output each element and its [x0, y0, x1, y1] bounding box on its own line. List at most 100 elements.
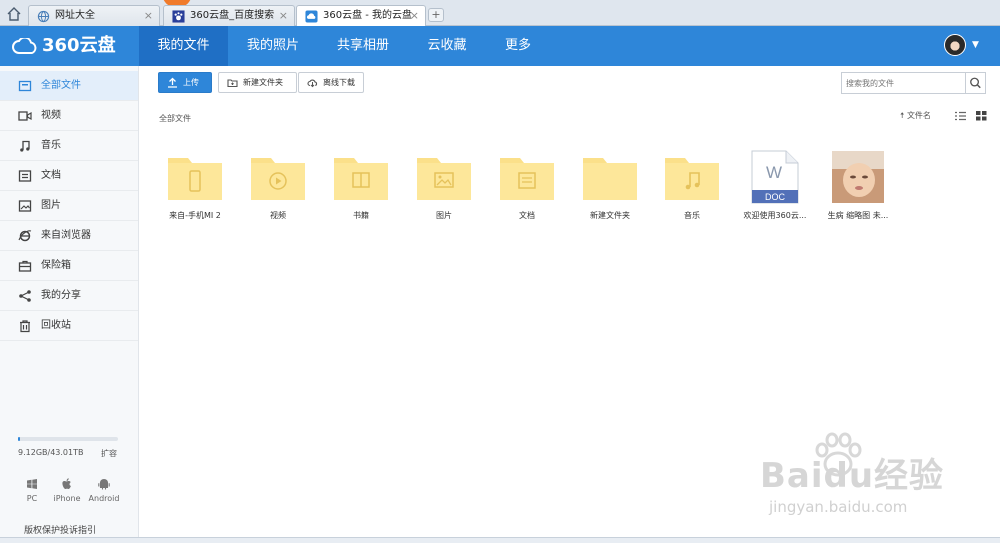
trash-icon — [20, 320, 30, 333]
app-header: 360云盘 我的文件 我的照片 共享相册 云收藏 更多 — [0, 26, 1000, 66]
sidebar-item-label: 回收站 — [41, 320, 71, 331]
file-item-folder[interactable]: 文档 — [487, 150, 567, 221]
file-name: 视频 — [270, 211, 286, 220]
sidebar-item-my-shares[interactable]: 我的分享 — [0, 281, 138, 311]
sidebar-item-documents[interactable]: 文档 — [0, 161, 138, 191]
platform-pc-link[interactable]: PC — [12, 478, 52, 503]
new-folder-icon — [227, 79, 238, 88]
close-icon[interactable]: × — [144, 6, 153, 26]
sidebar-item-safe-box[interactable]: 保险箱 — [0, 251, 138, 281]
file-name: 音乐 — [684, 211, 700, 220]
all-files-icon — [18, 80, 32, 92]
sidebar-item-label: 全部文件 — [41, 80, 81, 91]
app-logo[interactable]: 360云盘 — [12, 35, 116, 57]
platform-iphone-link[interactable]: iPhone — [47, 478, 87, 503]
file-item-folder[interactable]: 图片 — [404, 150, 484, 221]
file-item-folder[interactable]: 视频 — [238, 150, 318, 221]
file-item-folder[interactable]: 来自-手机MI 2 — [155, 150, 235, 221]
word-doc-icon: DOC W — [751, 150, 799, 204]
file-name: 书籍 — [353, 211, 369, 220]
ie-browser-icon — [18, 230, 32, 242]
sidebar: 全部文件 视频 音乐 文档 图片 来自浏览器 保险箱 我的分享 回收站 9.12… — [0, 66, 139, 543]
browser-tab-strip: 网址大全 × 360云盘_百度搜索 × 360云盘 - 我的云盘 × + — [0, 0, 1000, 27]
nav-my-photos[interactable]: 我的照片 — [232, 26, 314, 66]
avatar[interactable] — [944, 34, 966, 56]
browser-tab-360-cloud[interactable]: 360云盘 - 我的云盘 × — [296, 5, 426, 27]
file-item-folder[interactable]: 新建文件夹 — [570, 150, 650, 221]
file-item-folder[interactable]: 音乐 — [652, 150, 732, 221]
sort-by-name-button[interactable]: 🠅 文件名 — [900, 110, 931, 124]
tab-label: 网址大全 — [55, 10, 95, 21]
nav-more[interactable]: 更多 — [490, 26, 546, 66]
search-box — [841, 72, 986, 94]
expand-storage-link[interactable]: 扩容 — [101, 448, 117, 459]
image-icon — [18, 200, 32, 212]
photo-thumbnail — [832, 151, 884, 203]
sidebar-item-label: 视频 — [41, 110, 61, 121]
storage-quota-text: 9.12GB/43.01TB — [18, 448, 84, 457]
cloud-logo-icon — [12, 38, 37, 54]
tab-label: 360云盘_百度搜索 — [190, 10, 275, 21]
storage-quota-bar — [18, 437, 118, 441]
sidebar-item-label: 图片 — [41, 200, 61, 211]
file-name: 欢迎使用360云... — [743, 211, 807, 220]
sidebar-item-images[interactable]: 图片 — [0, 191, 138, 221]
globe-icon — [37, 10, 50, 23]
grid-view-icon[interactable] — [976, 111, 987, 121]
copyright-complaint-link[interactable]: 版权保护投诉指引 — [24, 523, 96, 536]
music-icon — [20, 140, 30, 152]
file-item-folder[interactable]: 书籍 — [321, 150, 401, 221]
folder-icon — [500, 158, 554, 200]
baidu-paw-icon — [172, 10, 185, 23]
browser-tab-url-navigator[interactable]: 网址大全 × — [28, 5, 160, 26]
sidebar-item-label: 来自浏览器 — [41, 230, 91, 241]
file-name: 来自-手机MI 2 — [169, 211, 221, 220]
upload-button[interactable]: 上传 — [158, 72, 212, 93]
sidebar-item-video[interactable]: 视频 — [0, 101, 138, 131]
file-item-doc[interactable]: DOC W 欢迎使用360云... — [735, 150, 815, 221]
file-name: 图片 — [436, 211, 452, 220]
browser-tab-baidu-search[interactable]: 360云盘_百度搜索 × — [163, 5, 295, 26]
browser-status-bar — [0, 537, 1000, 543]
windows-icon — [27, 479, 37, 489]
sidebar-item-label: 保险箱 — [41, 260, 71, 271]
new-tab-button[interactable]: + — [428, 8, 444, 22]
watermark-brand: Baidu经验 — [760, 456, 945, 496]
folder-icon — [168, 158, 222, 200]
sidebar-item-all-files[interactable]: 全部文件 — [0, 71, 138, 101]
watermark-url: jingyan.baidu.com — [769, 498, 908, 516]
search-icon[interactable] — [965, 73, 985, 93]
video-icon — [18, 111, 32, 121]
nav-my-files[interactable]: 我的文件 — [139, 26, 228, 66]
sidebar-item-music[interactable]: 音乐 — [0, 131, 138, 161]
apple-icon — [62, 478, 71, 489]
file-item-photo[interactable]: 生病 缩略图 未... — [818, 150, 898, 221]
close-icon[interactable]: × — [410, 6, 419, 26]
nav-cloud-favorites[interactable]: 云收藏 — [412, 26, 482, 66]
list-view-icon[interactable] — [955, 111, 966, 121]
new-folder-button[interactable]: 新建文件夹 — [218, 72, 297, 93]
home-icon[interactable] — [6, 6, 22, 22]
android-icon — [98, 478, 110, 490]
offline-download-button[interactable]: 离线下载 — [298, 72, 364, 93]
chevron-down-icon[interactable]: ▼ — [972, 40, 979, 50]
sidebar-item-from-browser[interactable]: 来自浏览器 — [0, 221, 138, 251]
safe-box-icon — [18, 260, 32, 272]
breadcrumb[interactable]: 全部文件 — [159, 113, 191, 124]
word-letter: W — [766, 163, 782, 182]
sidebar-item-recycle-bin[interactable]: 回收站 — [0, 311, 138, 341]
doc-badge: DOC — [765, 192, 786, 202]
sort-arrow-icon: 🠅 — [900, 111, 905, 120]
baidu-jingyan-watermark: Baidu经验 jingyan.baidu.com — [742, 430, 992, 525]
folder-icon — [334, 158, 388, 200]
close-icon[interactable]: × — [279, 6, 288, 26]
storage-quota-fill — [18, 437, 20, 441]
cloud-icon — [305, 10, 318, 23]
sidebar-item-label: 文档 — [41, 170, 61, 181]
nav-shared-albums[interactable]: 共享相册 — [322, 26, 404, 66]
search-input[interactable] — [846, 76, 961, 91]
upload-icon — [168, 77, 177, 88]
platform-android-link[interactable]: Android — [84, 478, 124, 503]
share-icon — [19, 290, 31, 302]
file-name: 文档 — [519, 211, 535, 220]
